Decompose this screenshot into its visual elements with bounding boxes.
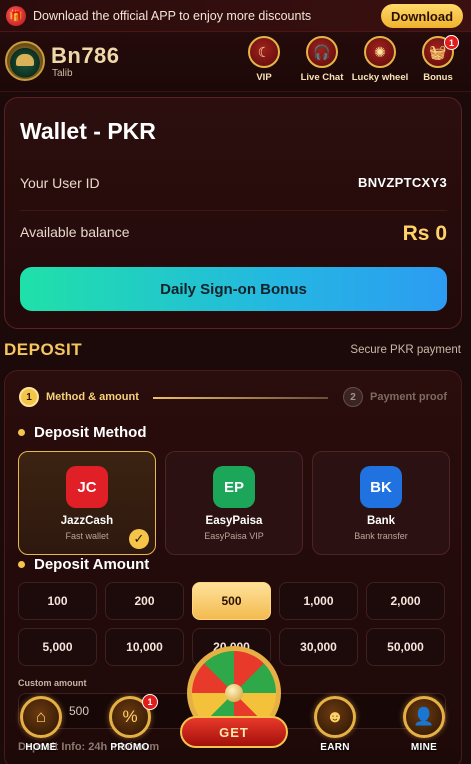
nav-mine[interactable]: 👤 MINE xyxy=(394,696,454,753)
method-sub: Fast wallet xyxy=(65,531,109,541)
lucky-wheel-label: Lucky wheel xyxy=(351,72,409,83)
custom-amount-label: Custom amount xyxy=(18,678,87,688)
balance-label: Available balance xyxy=(20,224,130,240)
jazzcash-logo-icon: JC xyxy=(66,466,108,508)
brand-name: Bn786 xyxy=(51,43,120,68)
lucky-wheel-nav-item[interactable]: ✺ Lucky wheel xyxy=(351,36,409,83)
wheel-icon: ✺ xyxy=(364,36,396,68)
step-2-number: 2 xyxy=(342,387,363,407)
mine-label: MINE xyxy=(410,742,438,753)
home-icon: ⌂ xyxy=(20,696,62,738)
amount-option[interactable]: 30,000 xyxy=(279,628,358,666)
bullet-dot xyxy=(18,429,25,436)
deposit-method-heading: Deposit Method xyxy=(18,424,147,441)
headset-icon: 🎧 xyxy=(306,36,338,68)
nav-home[interactable]: ⌂ HOME xyxy=(11,696,71,753)
amount-option[interactable]: 1,000 xyxy=(279,582,358,620)
gift-icon: 🎁 xyxy=(6,5,26,26)
deposit-amount-heading: Deposit Amount xyxy=(18,556,149,573)
bonus-label: Bonus xyxy=(423,72,453,83)
step-2: 2 Payment proof xyxy=(342,387,447,407)
easypaisa-logo-icon: EP xyxy=(213,466,255,508)
header-nav: ☾ VIP 🎧 Live Chat ✺ Lucky wheel 🧺 1 Bonu… xyxy=(235,35,467,83)
banner-text: Download the official APP to enjoy more … xyxy=(33,8,312,23)
method-bank[interactable]: BK Bank Bank transfer xyxy=(312,451,450,555)
check-icon: ✓ xyxy=(129,529,149,549)
amount-option[interactable]: 5,000 xyxy=(18,628,97,666)
step-progress-line xyxy=(153,397,328,399)
user-id-value[interactable]: BNVZPTCXY3 xyxy=(358,175,447,210)
bonus-badge: 1 xyxy=(444,35,459,50)
method-easypaisa[interactable]: EP EasyPaisa EasyPaisa VIP xyxy=(165,451,303,555)
promo-badge: 1 xyxy=(142,694,158,710)
app-download-banner: 🎁 Download the official APP to enjoy mor… xyxy=(0,0,471,32)
user-id-label: Your User ID xyxy=(20,175,100,191)
amount-option[interactable]: 10,000 xyxy=(105,628,184,666)
live-chat-nav-item[interactable]: 🎧 Live Chat xyxy=(293,36,351,83)
method-sub: EasyPaisa VIP xyxy=(204,531,264,541)
daily-sign-on-bonus-button[interactable]: Daily Sign-on Bonus xyxy=(20,267,447,311)
header: Bn786 Talib ☾ VIP 🎧 Live Chat ✺ Lucky wh… xyxy=(0,32,471,92)
secure-payment-text: Secure PKR payment xyxy=(350,344,461,356)
balance-row: Available balance Rs 0 xyxy=(20,222,447,246)
method-name: Bank xyxy=(366,515,396,527)
wallet-card: Wallet - PKR Your User ID BNVZPTCXY3 Ava… xyxy=(4,97,462,329)
earn-label: EARN xyxy=(320,742,350,753)
deposit-amount-heading-text: Deposit Amount xyxy=(34,556,150,573)
username: Talib xyxy=(52,68,73,79)
method-jazzcash[interactable]: JC JazzCash Fast wallet ✓ xyxy=(18,451,156,555)
nav-earn[interactable]: ☻ EARN xyxy=(305,696,365,753)
user-icon: 👤 xyxy=(403,696,445,738)
step-1-number: 1 xyxy=(19,387,39,407)
vip-nav-item[interactable]: ☾ VIP xyxy=(235,36,293,83)
amount-option[interactable]: 100 xyxy=(18,582,97,620)
bank-logo-icon: BK xyxy=(360,466,402,508)
live-chat-label: Live Chat xyxy=(300,72,344,83)
earn-people-icon: ☻ xyxy=(314,696,356,738)
get-button[interactable]: GET xyxy=(180,716,288,748)
balance-value: Rs 0 xyxy=(402,222,447,245)
method-name: EasyPaisa xyxy=(205,515,263,527)
amount-option[interactable]: 50,000 xyxy=(366,628,445,666)
home-label: HOME xyxy=(25,742,57,753)
method-sub: Bank transfer xyxy=(354,531,408,541)
amount-option[interactable]: 200 xyxy=(105,582,184,620)
step-2-label: Payment proof xyxy=(369,391,447,403)
method-name: JazzCash xyxy=(60,515,114,527)
bonus-nav-item[interactable]: 🧺 1 Bonus xyxy=(409,35,467,83)
promo-label: PROMO xyxy=(110,742,150,753)
vip-icon: ☾ xyxy=(248,36,280,68)
step-1-label: Method & amount xyxy=(46,391,139,403)
deposit-title: DEPOSIT xyxy=(4,340,83,359)
brand-logo-icon[interactable] xyxy=(5,41,45,81)
amount-option-selected[interactable]: 500 xyxy=(192,582,271,620)
nav-promo[interactable]: % 1 PROMO xyxy=(100,694,160,753)
deposit-method-heading-text: Deposit Method xyxy=(34,424,147,441)
bullet-dot xyxy=(18,561,25,568)
amount-option[interactable]: 2,000 xyxy=(366,582,445,620)
step-1: 1 Method & amount xyxy=(19,387,139,407)
wallet-title: Wallet - PKR xyxy=(20,118,156,144)
download-button[interactable]: Download xyxy=(381,4,463,28)
user-id-row: Your User ID BNVZPTCXY3 xyxy=(20,175,447,211)
vip-label: VIP xyxy=(256,72,272,83)
deposit-methods: JC JazzCash Fast wallet ✓ EP EasyPaisa E… xyxy=(18,451,450,555)
